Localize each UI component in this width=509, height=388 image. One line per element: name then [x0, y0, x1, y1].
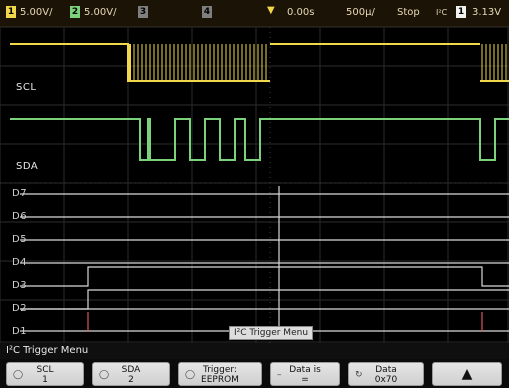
- back-up-button[interactable]: ▲: [432, 362, 502, 386]
- trigger-level[interactable]: 3.13V: [472, 7, 501, 18]
- softkey-bar: ◯ SCL 1 ◯ SDA 2 ◯ Trigger: EEPROM – Data…: [0, 359, 509, 388]
- channel-2-indicator[interactable]: 2: [70, 6, 80, 18]
- digital-label-d4: D4: [12, 257, 28, 268]
- digital-label-d1: D1: [12, 326, 28, 337]
- channel-4-indicator[interactable]: 4: [202, 6, 212, 18]
- channel-3-indicator[interactable]: 3: [138, 6, 148, 18]
- trigger-marker-icon: ▼: [267, 5, 275, 16]
- softkey-trigger-mode[interactable]: ◯ Trigger: EEPROM: [178, 362, 262, 386]
- channel-1-indicator[interactable]: 1: [6, 6, 16, 18]
- trigger-source-indicator[interactable]: 1: [456, 6, 466, 18]
- waveform-display[interactable]: SCL SDA D7 D6 D5 D4 D3 D2 D1 D0 I²C Trig…: [0, 26, 509, 343]
- run-state[interactable]: Stop: [397, 7, 420, 18]
- oscilloscope-screen: 1 5.00V/ 2 5.00V/ 3 4 ▼ 0.00s 500µ/ Stop…: [0, 0, 509, 388]
- waveform-svg: [0, 26, 509, 343]
- sda-channel-label: SDA: [16, 161, 39, 172]
- time-position[interactable]: 0.00s: [287, 7, 314, 18]
- softkey-sda-source[interactable]: ◯ SDA 2: [92, 362, 170, 386]
- digital-label-d5: D5: [12, 234, 28, 245]
- softkey-data-is[interactable]: – Data is =: [270, 362, 340, 386]
- softkey-scl-source[interactable]: ◯ SCL 1: [6, 362, 84, 386]
- status-bar: 1 5.00V/ 2 5.00V/ 3 4 ▼ 0.00s 500µ/ Stop…: [0, 0, 509, 27]
- digital-label-d3: D3: [12, 280, 28, 291]
- trigger-menu-popup: I²C Trigger Menu: [229, 326, 314, 340]
- channel-2-scale[interactable]: 5.00V/: [84, 7, 116, 18]
- digital-label-d6: D6: [12, 211, 28, 222]
- channel-1-scale[interactable]: 5.00V/: [20, 7, 52, 18]
- digital-label-d7: D7: [12, 188, 28, 199]
- menu-title: I²C Trigger Menu: [0, 343, 509, 359]
- trigger-type[interactable]: I²C: [436, 8, 447, 17]
- up-arrow-icon: ▲: [461, 366, 473, 382]
- softkey-data-value[interactable]: ↻ Data 0x70: [348, 362, 424, 386]
- scl-channel-label: SCL: [16, 82, 37, 93]
- time-scale[interactable]: 500µ/: [346, 7, 375, 18]
- digital-label-d2: D2: [12, 303, 28, 314]
